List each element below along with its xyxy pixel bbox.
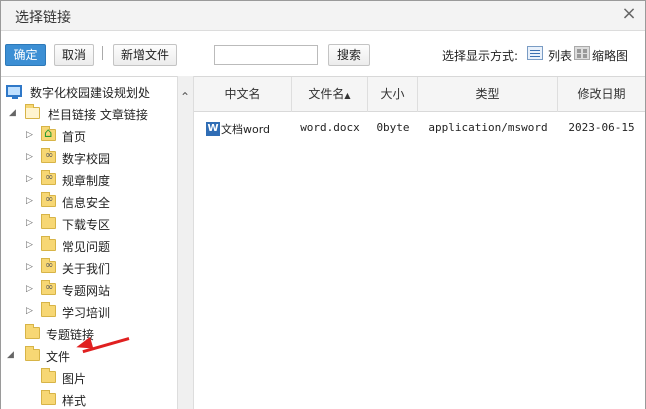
column-size[interactable]: 大小 xyxy=(368,77,418,112)
thumbnail-view-label[interactable]: 缩略图 xyxy=(592,47,628,64)
folder-icon xyxy=(41,236,56,251)
column-type[interactable]: 类型 xyxy=(418,77,558,112)
tree-item-label[interactable]: 信息安全 xyxy=(62,194,110,211)
link-folder-icon xyxy=(41,258,56,273)
computer-icon xyxy=(6,85,22,99)
toolbar-separator xyxy=(102,46,103,60)
column-file-name[interactable]: 文件名▲ xyxy=(292,77,368,112)
folder-icon xyxy=(41,302,56,317)
sort-ascending-icon: ▲ xyxy=(344,91,351,100)
list-view-icon[interactable] xyxy=(527,46,543,60)
expand-icon[interactable]: ▷ xyxy=(26,152,33,162)
tree-item-label[interactable]: 学习培训 xyxy=(62,304,110,321)
cancel-button[interactable]: 取消 xyxy=(54,44,94,66)
word-document-icon: W xyxy=(206,122,220,136)
link-folder-icon xyxy=(41,170,56,185)
open-folder-icon xyxy=(25,104,40,119)
tree-item-label[interactable]: 下载专区 xyxy=(62,216,110,233)
expand-icon[interactable]: ▷ xyxy=(26,196,33,206)
toolbar: 确定 取消 新增文件 搜索 选择显示方式: 列表 缩略图 xyxy=(1,32,645,74)
tree-scrollbar[interactable]: ⌃ xyxy=(177,76,194,409)
folder-icon xyxy=(25,324,40,339)
cell-size: 0byte xyxy=(376,121,410,134)
expand-icon[interactable]: ▷ xyxy=(26,218,33,228)
dialog-title: 选择链接 xyxy=(15,10,71,26)
folder-tree-panel: 数字化校园建设规划处 ◢ 栏目链接 文章链接 ▷ 首页 ▷ 数字校园 ▷ 规章制… xyxy=(1,76,177,409)
search-button[interactable]: 搜索 xyxy=(328,44,370,66)
expand-icon[interactable]: ▷ xyxy=(26,284,33,294)
tree-group-label[interactable]: 栏目链接 文章链接 xyxy=(48,106,148,123)
cell-modified-date: 2023-06-15 xyxy=(568,121,635,134)
link-folder-icon xyxy=(41,148,56,163)
close-icon[interactable]: × xyxy=(621,5,637,23)
home-folder-icon xyxy=(41,126,56,141)
tree-item-label[interactable]: 规章制度 xyxy=(62,172,110,189)
column-cn-name[interactable]: 中文名 xyxy=(194,77,292,112)
cell-file-name: word.docx xyxy=(300,121,360,134)
table-header: 中文名 文件名▲ 大小 类型 修改日期 xyxy=(194,77,645,112)
file-list-panel: 中文名 文件名▲ 大小 类型 修改日期 W 文档word word.docx 0… xyxy=(194,76,645,409)
display-mode-label: 选择显示方式: xyxy=(442,49,519,63)
folder-icon xyxy=(41,390,56,405)
expand-icon[interactable]: ▷ xyxy=(26,306,33,316)
confirm-button[interactable]: 确定 xyxy=(5,44,46,66)
tree-item-label[interactable]: 专题网站 xyxy=(62,282,110,299)
thumbnail-view-icon[interactable] xyxy=(574,46,590,60)
scroll-up-icon[interactable]: ⌃ xyxy=(180,90,190,104)
table-row[interactable]: W 文档word word.docx 0byte application/msw… xyxy=(194,117,645,141)
link-folder-icon xyxy=(41,280,56,295)
column-file-name-label: 文件名 xyxy=(308,87,345,101)
tree-item-label[interactable]: 数字校园 xyxy=(62,150,110,167)
tree-item-label[interactable]: 关于我们 xyxy=(62,260,110,277)
collapse-icon[interactable]: ◢ xyxy=(7,350,14,360)
expand-icon[interactable]: ▷ xyxy=(26,262,33,272)
dialog-titlebar: 选择链接 × xyxy=(1,1,645,31)
new-file-button[interactable]: 新增文件 xyxy=(113,44,177,66)
expand-icon[interactable]: ▷ xyxy=(26,174,33,184)
expand-icon[interactable]: ▷ xyxy=(26,130,33,140)
search-input[interactable] xyxy=(214,45,318,65)
column-modified-date[interactable]: 修改日期 xyxy=(558,77,645,112)
folder-icon xyxy=(41,214,56,229)
tree-item-label[interactable]: 常见问题 xyxy=(62,238,110,255)
tree-files-label[interactable]: 文件 xyxy=(46,348,70,365)
tree-file-child-label[interactable]: 图片 xyxy=(62,370,86,387)
expand-icon[interactable]: ▷ xyxy=(26,240,33,250)
folder-icon xyxy=(41,368,56,383)
tree-file-child-label[interactable]: 样式 xyxy=(62,392,86,409)
cell-type: application/msword xyxy=(428,121,548,134)
folder-icon xyxy=(25,346,40,361)
list-view-label[interactable]: 列表 xyxy=(548,47,572,64)
tree-root-label[interactable]: 数字化校园建设规划处 xyxy=(30,84,150,101)
cell-cn-name[interactable]: 文档word xyxy=(221,121,270,137)
collapse-icon[interactable]: ◢ xyxy=(9,108,16,118)
tree-item-label[interactable]: 首页 xyxy=(62,128,86,145)
link-folder-icon xyxy=(41,192,56,207)
select-link-dialog: 选择链接 × 确定 取消 新增文件 搜索 选择显示方式: 列表 缩略图 数字化校… xyxy=(0,0,646,409)
